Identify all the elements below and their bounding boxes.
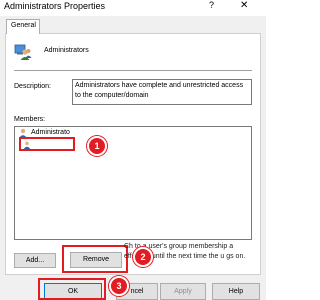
members-list[interactable]: Administrato <box>14 126 252 240</box>
help-icon[interactable]: ? <box>209 0 214 10</box>
add-button[interactable]: Add... <box>14 253 56 268</box>
members-label: Members: <box>14 116 46 123</box>
tab-general-label: General <box>11 22 36 29</box>
step-marker-3: 3 <box>109 276 129 296</box>
description-field[interactable]: Administrators have complete and unrestr… <box>72 79 252 105</box>
selected-member-highlight[interactable] <box>19 137 75 151</box>
group-name: Administrators <box>44 47 89 54</box>
member-label: Administrato <box>31 129 70 136</box>
title-bar: Administrators Properties ? ✕ <box>0 0 266 16</box>
tab-general[interactable]: General <box>6 19 40 34</box>
description-label: Description: <box>14 83 51 90</box>
ok-highlight <box>38 278 106 300</box>
group-icon <box>14 44 32 60</box>
divider <box>14 70 252 71</box>
window-title: Administrators Properties <box>4 1 106 11</box>
user-icon <box>23 141 31 149</box>
step-marker-1: 1 <box>87 136 107 156</box>
step-marker-2: 2 <box>133 247 153 267</box>
remove-highlight <box>62 245 128 273</box>
help-button[interactable]: Help <box>212 283 260 300</box>
close-icon[interactable]: ✕ <box>240 0 248 11</box>
apply-button[interactable]: Apply <box>160 283 206 300</box>
description-value: Administrators have complete and unrestr… <box>75 82 244 99</box>
